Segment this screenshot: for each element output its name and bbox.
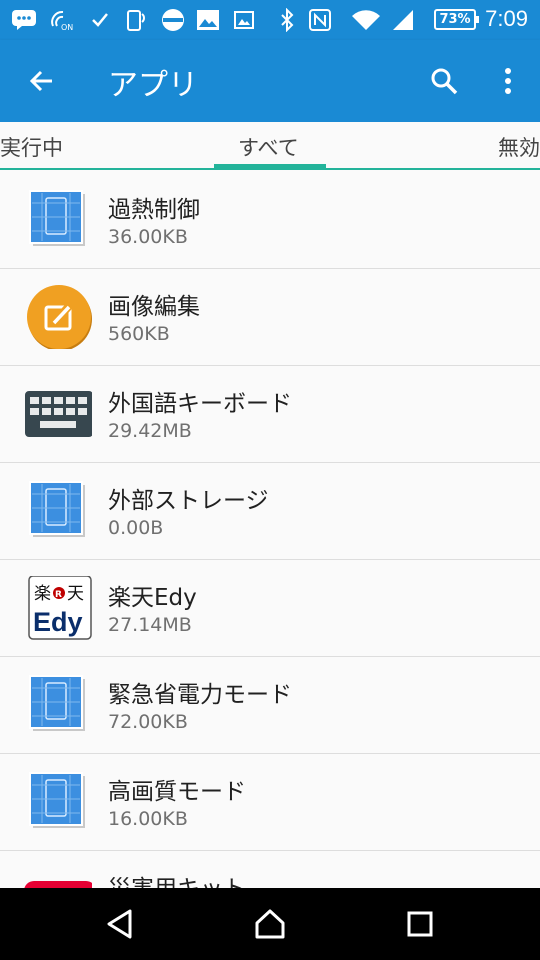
- status-bar: ON 73% 7:09: [0, 0, 540, 40]
- app-size: 36.00KB: [108, 226, 188, 248]
- app-name: 画像編集: [108, 294, 200, 320]
- app-size: 16.00KB: [108, 808, 188, 830]
- list-item[interactable]: 外部ストレージ 0.00B: [0, 463, 540, 560]
- svg-text:R: R: [55, 590, 62, 600]
- rakuten-edy-icon: 楽 R 天 Edy: [24, 575, 92, 640]
- tab-all[interactable]: すべて: [238, 132, 299, 162]
- more-options-button[interactable]: [484, 57, 532, 105]
- tab-bar: 実行中 すべて 無効: [0, 122, 540, 170]
- tab-disabled[interactable]: 無効: [498, 132, 540, 162]
- logo-text: 天: [67, 584, 84, 604]
- generic-app-icon: [24, 770, 92, 834]
- generic-app-icon: [24, 673, 92, 737]
- edit-icon: [24, 285, 92, 351]
- svg-text:ON: ON: [61, 23, 73, 32]
- signal-icon: [390, 8, 416, 32]
- list-item[interactable]: 画像編集 560KB: [0, 269, 540, 366]
- app-name: 外部ストレージ: [108, 488, 269, 514]
- battery-indicator: 73%: [434, 9, 479, 30]
- app-name: 緊急省電力モード: [108, 682, 292, 708]
- app-name: 外国語キーボード: [108, 391, 292, 417]
- list-item[interactable]: docomo 災害用キット: [0, 851, 540, 888]
- list-item[interactable]: 過熱制御 36.00KB: [0, 172, 540, 269]
- app-size: 27.14MB: [108, 614, 192, 636]
- list-item[interactable]: 楽 R 天 Edy 楽天Edy 27.14MB: [0, 560, 540, 657]
- keyboard-icon: [24, 382, 93, 446]
- tab-indicator: [214, 164, 326, 168]
- navigation-bar: [0, 888, 540, 960]
- wifi-icon: [350, 8, 382, 32]
- app-size: 29.42MB: [108, 420, 192, 442]
- list-item[interactable]: 緊急省電力モード 72.00KB: [0, 657, 540, 754]
- app-name: 過熱制御: [108, 197, 200, 223]
- list-item[interactable]: 高画質モード 16.00KB: [0, 754, 540, 851]
- app-size: 560KB: [108, 323, 170, 345]
- generic-app-icon: [24, 188, 92, 252]
- image-icon: [231, 8, 257, 32]
- app-name: 楽天Edy: [108, 585, 197, 611]
- nav-home-button[interactable]: [242, 900, 298, 948]
- nfc-n-icon: [306, 8, 334, 32]
- panasonic-access-icon: [158, 8, 188, 32]
- app-size: 0.00B: [108, 517, 164, 539]
- nav-back-icon: [107, 909, 132, 939]
- more-vert-icon: [505, 68, 511, 94]
- clock: 7:09: [485, 6, 528, 31]
- logo-text: 楽: [34, 584, 51, 604]
- bluetooth-icon: [276, 8, 298, 32]
- list-item[interactable]: 外国語キーボード 29.42MB: [0, 366, 540, 463]
- nav-recents-icon: [407, 911, 433, 937]
- docomo-icon: docomo: [24, 867, 96, 888]
- app-name: 災害用キット: [108, 869, 246, 888]
- arrow-left-icon: [29, 70, 52, 92]
- nav-home-icon: [255, 909, 285, 939]
- page-title: アプリ: [108, 68, 198, 103]
- back-button[interactable]: [18, 57, 66, 105]
- tab-running[interactable]: 実行中: [0, 132, 63, 162]
- search-button[interactable]: [420, 57, 468, 105]
- image-icon: [195, 8, 221, 32]
- nav-recents-button[interactable]: [392, 900, 448, 948]
- nav-back-button[interactable]: [92, 900, 148, 948]
- logo-text: Edy: [33, 607, 83, 637]
- app-name: 高画質モード: [108, 779, 246, 805]
- chat-icon: [10, 8, 38, 32]
- check-icon: [88, 8, 112, 32]
- search-icon: [431, 68, 458, 95]
- app-size: 72.00KB: [108, 711, 188, 733]
- app-list: 過熱制御 36.00KB 画像編集 560KB 外国語キーボード 29.42MB…: [0, 172, 540, 888]
- nfc-on-icon: ON: [48, 8, 76, 32]
- app-bar: アプリ: [0, 40, 540, 122]
- phone-link-icon: [124, 8, 148, 32]
- generic-app-icon: [24, 479, 92, 543]
